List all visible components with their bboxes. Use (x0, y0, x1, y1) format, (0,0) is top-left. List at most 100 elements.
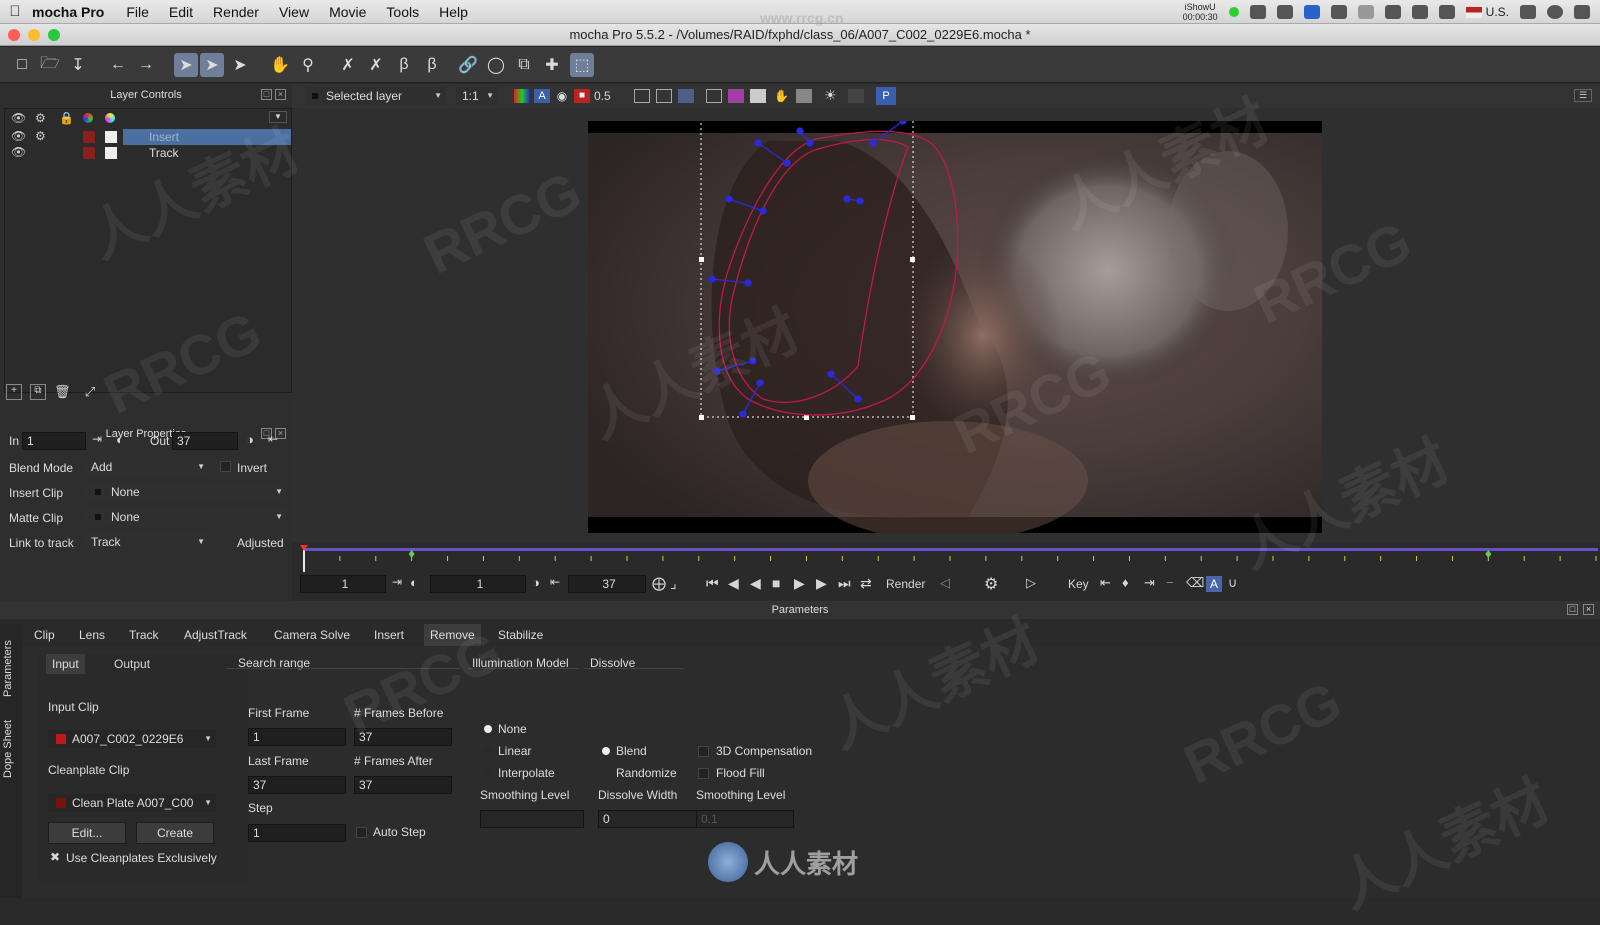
surface-tool-icon[interactable]: ⧉ (512, 53, 536, 77)
matte-color-swatch[interactable] (105, 147, 117, 159)
keyframe-marker[interactable] (1485, 550, 1492, 558)
keyframe-marker[interactable] (408, 550, 415, 558)
panel-float-icon[interactable]: □ (261, 89, 272, 100)
first-frame-icon[interactable]: ⏮ (706, 575, 719, 592)
select-bezier-tool-icon[interactable]: ➤ (200, 53, 224, 77)
invert-checkbox[interactable] (220, 461, 231, 472)
menu-help[interactable]: Help (429, 4, 478, 20)
user-icon[interactable] (1547, 5, 1563, 19)
input-tab[interactable]: Input (46, 654, 85, 674)
autokey-icon[interactable]: A (1206, 576, 1222, 592)
delete-all-keys-icon[interactable]: ⌫ (1186, 575, 1204, 591)
clip-view-icon[interactable] (750, 89, 766, 103)
render-backwards-icon[interactable]: ◁ (940, 575, 950, 591)
tab-stabilize[interactable]: Stabilize (496, 624, 545, 646)
dissolve-blend-radio[interactable] (602, 747, 610, 755)
undo-icon[interactable]: ← (106, 53, 130, 77)
reset-range-icon[interactable]: ⨁ (652, 575, 666, 592)
menu-edit[interactable]: Edit (159, 4, 203, 20)
save-project-icon[interactable]: ↧ (66, 53, 90, 77)
show-layers-icon[interactable] (634, 89, 650, 103)
panel-close-icon[interactable]: × (1583, 604, 1594, 615)
panel-float-icon[interactable]: □ (1567, 604, 1578, 615)
delete-layer-icon[interactable]: 🗑 (54, 384, 71, 400)
zoom-select[interactable]: 1:1 ▼ (456, 87, 498, 105)
render-forwards-icon[interactable]: ▷ (1026, 575, 1036, 591)
add-x-spline-tool-icon[interactable]: ✗ (364, 53, 388, 77)
last-frame-icon[interactable]: ⏭ (838, 575, 851, 592)
redo-icon[interactable]: → (134, 53, 158, 77)
zoom-window-icon[interactable] (48, 29, 60, 41)
minimize-window-icon[interactable] (28, 29, 40, 41)
layer-color-swatch[interactable] (83, 147, 95, 159)
next-key-icon[interactable]: ⇥ (1144, 575, 1155, 591)
open-project-icon[interactable]: 🗁 (38, 53, 62, 77)
input-clip-select[interactable]: A007_C002_0229E6 ▼ (48, 730, 216, 748)
dropbox-icon[interactable] (1303, 5, 1320, 19)
menu-render[interactable]: Render (203, 4, 269, 20)
prev-frame-icon[interactable]: ◀ (728, 575, 739, 592)
transform-tool-icon[interactable]: ⬚ (570, 53, 594, 77)
frames-before-input[interactable]: 37 (354, 728, 452, 746)
hand-tool-icon[interactable]: ✋ (268, 53, 292, 77)
timeline[interactable] (300, 545, 1600, 572)
goto-in-icon[interactable]: ◐ (410, 575, 418, 590)
insert-clip-select[interactable]: None ▼ (85, 483, 287, 501)
tab-insert[interactable]: Insert (372, 624, 406, 646)
render-view-icon[interactable] (728, 89, 744, 103)
output-tab[interactable]: Output (108, 654, 156, 674)
render-settings-icon[interactable]: ⚙ (984, 574, 998, 594)
proxy-button[interactable]: P (876, 87, 896, 105)
add-bezier-tool-icon[interactable]: β (420, 53, 444, 77)
create-button[interactable]: Create (136, 822, 214, 844)
wifi-icon[interactable] (1384, 5, 1401, 19)
menu-app[interactable]: mocha Pro (30, 4, 116, 20)
pick-tool-icon[interactable]: ➤ (174, 53, 198, 77)
key-type-icon[interactable]: ∪ (1228, 575, 1238, 591)
illumination-interpolate-radio[interactable] (484, 769, 492, 777)
step-input[interactable]: 1 (248, 824, 346, 842)
next-frame-icon[interactable]: ▶ (816, 575, 827, 592)
illumination-linear-radio[interactable] (484, 747, 492, 755)
bezier-tool-icon[interactable]: β (392, 53, 416, 77)
tab-remove[interactable]: Remove (424, 624, 481, 646)
set-out-icon[interactable]: ⇤ (268, 432, 278, 446)
edit-button[interactable]: Edit... (48, 822, 126, 844)
tab-lens[interactable]: Lens (77, 624, 107, 646)
new-project-icon[interactable]: □ (10, 53, 34, 77)
last-frame-input[interactable]: 37 (248, 776, 346, 794)
goto-out-icon[interactable]: ◑ (532, 575, 540, 590)
matte-color-swatch[interactable] (105, 131, 117, 143)
out-point-input[interactable]: 37 (172, 432, 238, 450)
list-options-icon[interactable]: ▼ (269, 111, 287, 123)
tab-clip[interactable]: Clip (32, 624, 57, 646)
bluetooth-icon[interactable] (1357, 5, 1374, 19)
track-mattes-icon[interactable] (796, 89, 812, 103)
frames-after-input[interactable]: 37 (354, 776, 452, 794)
notification-icon[interactable] (1574, 5, 1590, 19)
grid-icon[interactable] (848, 89, 864, 103)
rgb-channel-icon[interactable] (514, 89, 530, 103)
opacity-value[interactable]: 0.5 (594, 89, 611, 103)
overlay-icon[interactable]: ◉ (554, 89, 570, 103)
duplicate-layer-icon[interactable]: ⧉ (30, 384, 46, 400)
play-forwards-icon[interactable]: ▶ (794, 575, 805, 592)
smoothing-level-input[interactable] (480, 810, 584, 828)
end-frame-input[interactable]: 37 (568, 575, 646, 593)
side-tab-dope-sheet[interactable]: Dope Sheet (2, 714, 20, 784)
magnetic-tool-icon[interactable]: ◯ (484, 53, 508, 77)
3d-compensation-checkbox[interactable] (698, 746, 709, 757)
move-tool-icon[interactable]: ✚ (540, 53, 564, 77)
alpha-channel-icon[interactable]: A (534, 89, 550, 103)
playhead-marker-icon[interactable] (300, 545, 308, 551)
menu-movie[interactable]: Movie (319, 4, 376, 20)
add-point-tool-icon[interactable]: ➤ (228, 53, 252, 77)
layer-name[interactable]: Track (123, 145, 291, 161)
link-to-track-select[interactable]: Track ▼ (85, 533, 209, 551)
in-point-input[interactable]: 1 (22, 432, 86, 450)
menu-file[interactable]: File (116, 4, 159, 20)
adobe-icon[interactable] (1249, 5, 1266, 19)
first-frame-input[interactable]: 1 (248, 728, 346, 746)
menu-tools[interactable]: Tools (376, 4, 429, 20)
add-key-icon[interactable]: ♦ (1122, 575, 1129, 590)
